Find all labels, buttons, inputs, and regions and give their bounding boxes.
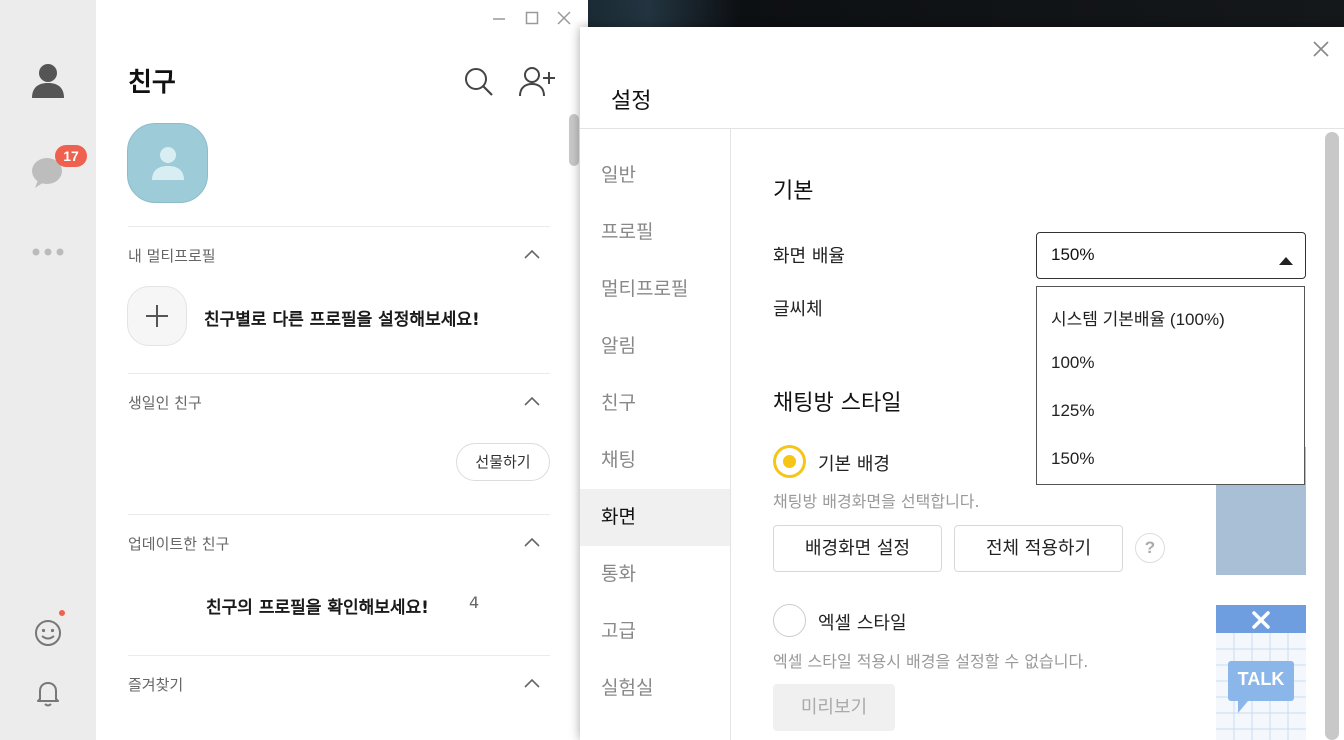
close-window-button[interactable] (554, 8, 574, 28)
zoom-select[interactable]: 150% (1036, 232, 1306, 279)
settings-nav-notifications[interactable]: 알림 (580, 318, 730, 375)
basic-bg-desc: 채팅방 배경화면을 선택합니다. (773, 492, 980, 511)
minimize-button[interactable] (489, 8, 509, 28)
apply-all-button[interactable]: 전체 적용하기 (954, 525, 1123, 572)
add-friend-icon[interactable] (518, 66, 556, 102)
app-sidebar: 17 (0, 0, 96, 740)
font-label: 글씨체 (773, 299, 823, 320)
divider (128, 655, 550, 656)
caret-up-icon (1279, 251, 1293, 270)
divider (128, 226, 550, 227)
collapse-chevron-icon[interactable] (524, 676, 540, 692)
help-icon[interactable]: ? (1135, 533, 1165, 563)
more-tab-icon[interactable] (0, 246, 96, 258)
gift-button[interactable]: 선물하기 (456, 443, 550, 481)
notification-bell-icon[interactable] (0, 678, 96, 708)
set-background-button[interactable]: 배경화면 설정 (773, 525, 942, 572)
collapse-chevron-icon[interactable] (524, 535, 540, 551)
excel-thumb-talk-text: TALK (1237, 669, 1285, 689)
maximize-button[interactable] (522, 8, 542, 28)
divider (128, 373, 550, 374)
settings-dialog: 설정 일반 프로필 멀티프로필 알림 친구 채팅 화면 통화 고급 실험실 기본… (580, 27, 1344, 740)
settings-scrollbar[interactable] (1325, 132, 1339, 740)
close-icon[interactable] (1310, 38, 1332, 60)
settings-nav-friends[interactable]: 친구 (580, 375, 730, 432)
updated-friends-count: 4 (469, 593, 480, 612)
excel-style-thumbnail: TALK (1216, 605, 1306, 740)
emoticon-new-dot (59, 610, 65, 616)
my-profile-avatar[interactable] (127, 123, 208, 203)
settings-nav-advanced[interactable]: 고급 (580, 603, 730, 660)
zoom-option[interactable]: 시스템 기본배율 (100%) (1051, 305, 1225, 330)
favorites-section-label: 즐겨찾기 (128, 676, 184, 694)
zoom-option[interactable]: 100% (1051, 353, 1094, 373)
friends-scrollbar[interactable] (569, 114, 579, 166)
settings-nav-multiprofile[interactable]: 멀티프로필 (580, 261, 730, 318)
settings-title: 설정 (611, 89, 652, 114)
settings-nav-profile[interactable]: 프로필 (580, 204, 730, 261)
excel-style-desc: 엑셀 스타일 적용시 배경을 설정할 수 없습니다. (773, 652, 1089, 671)
updated-friends-cta-text[interactable]: 친구의 프로필을 확인해보세요! (206, 593, 429, 618)
zoom-option[interactable]: 125% (1051, 401, 1094, 421)
settings-nav-general[interactable]: 일반 (580, 147, 730, 204)
basic-heading: 기본 (773, 179, 814, 204)
updated-friends-section-label: 업데이트한 친구 (128, 535, 230, 553)
settings-nav-display[interactable]: 화면 (580, 489, 730, 546)
settings-nav: 일반 프로필 멀티프로필 알림 친구 채팅 화면 통화 고급 실험실 (580, 129, 731, 740)
friends-panel: 친구 내 멀티프로필 친구별로 다른 프로필을 설정해보세요! 생일인 친구 선… (96, 0, 588, 740)
chat-unread-badge: 17 (55, 145, 87, 167)
basic-bg-label[interactable]: 기본 배경 (818, 450, 890, 476)
birthday-section-label: 생일인 친구 (128, 394, 202, 412)
preview-button[interactable]: 미리보기 (773, 684, 895, 731)
zoom-option[interactable]: 150% (1051, 449, 1094, 469)
add-multiprofile-button[interactable] (127, 286, 187, 346)
multiprofile-cta-text[interactable]: 친구별로 다른 프로필을 설정해보세요! (204, 305, 480, 330)
settings-nav-chats[interactable]: 채팅 (580, 432, 730, 489)
excel-style-radio[interactable] (773, 604, 806, 637)
zoom-dropdown-menu: 시스템 기본배율 (100%) 100% 125% 150% (1036, 286, 1305, 485)
search-icon[interactable] (463, 66, 495, 102)
zoom-label: 화면 배율 (773, 246, 845, 267)
basic-bg-radio[interactable] (773, 445, 806, 478)
divider (128, 514, 550, 515)
collapse-chevron-icon[interactable] (524, 394, 540, 410)
multiprofile-section-label: 내 멀티프로필 (128, 247, 216, 265)
zoom-select-value: 150% (1051, 245, 1095, 264)
settings-nav-labs[interactable]: 실험실 (580, 660, 730, 717)
collapse-chevron-icon[interactable] (524, 247, 540, 263)
friends-tab-icon[interactable] (0, 62, 96, 100)
settings-nav-calls[interactable]: 통화 (580, 546, 730, 603)
excel-style-label[interactable]: 엑셀 스타일 (818, 609, 907, 635)
emoticon-icon[interactable] (0, 618, 96, 648)
chat-style-heading: 채팅방 스타일 (773, 391, 902, 416)
page-title: 친구 (128, 68, 176, 98)
